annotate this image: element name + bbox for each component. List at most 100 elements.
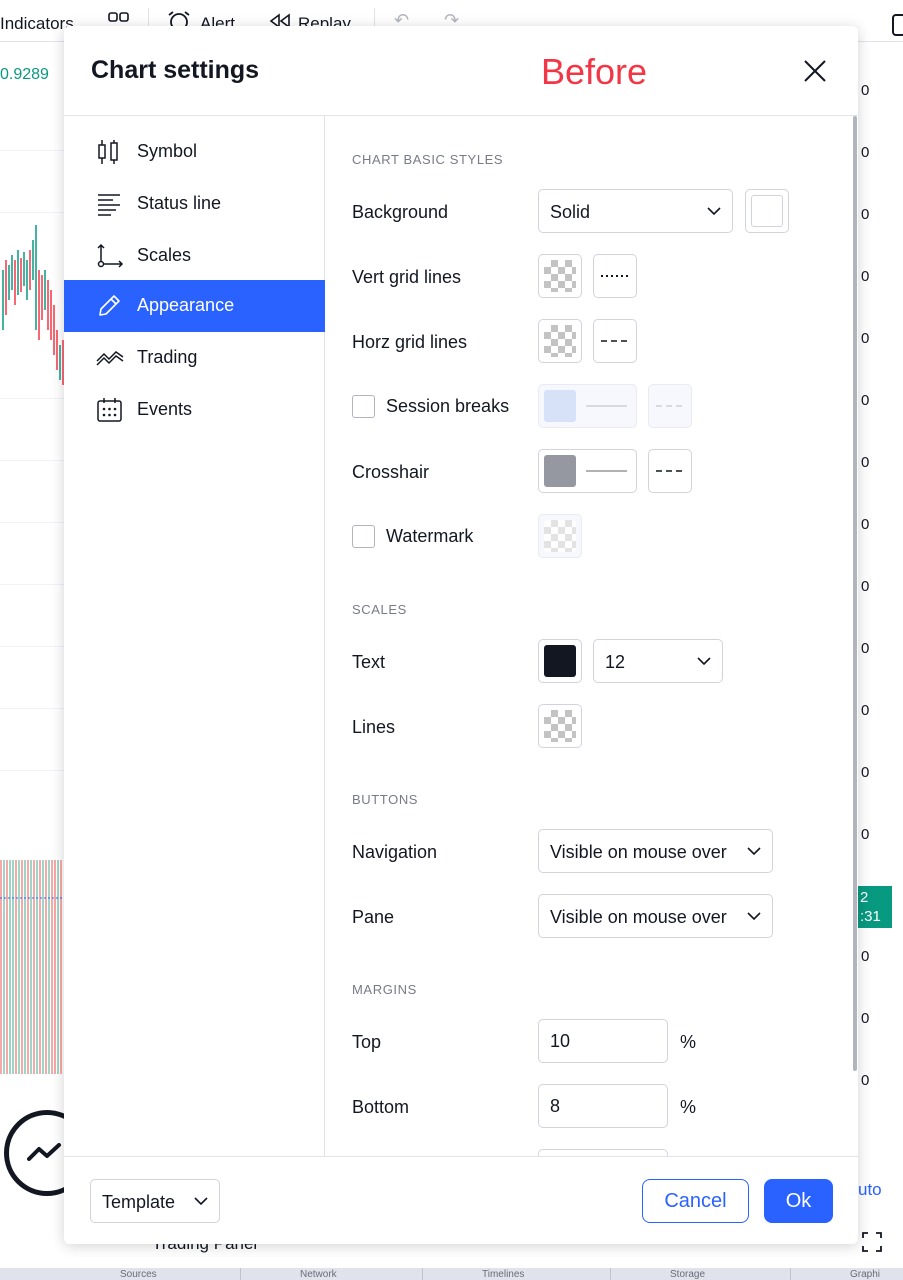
percent-unit: % xyxy=(680,1032,697,1052)
grid-line xyxy=(0,398,64,399)
background-type-value: Solid xyxy=(550,202,591,222)
color-swatch-fill xyxy=(544,455,576,487)
auto-scale-button[interactable]: uto xyxy=(858,1180,882,1200)
cancel-button[interactable]: Cancel xyxy=(642,1179,749,1223)
devtools-tabbar: Sources Network Timelines Storage Graphi xyxy=(0,1268,903,1280)
pencil-icon xyxy=(99,295,120,316)
scales-font-size-select[interactable]: 12 xyxy=(593,639,723,683)
sidebar-item-events[interactable]: Events xyxy=(64,384,325,436)
sidebar-item-label: Events xyxy=(137,399,193,419)
chevron-down-icon xyxy=(747,847,761,856)
watermark-checkbox[interactable] xyxy=(352,525,375,548)
sidebar-item-appearance[interactable]: Appearance xyxy=(64,280,325,332)
session-breaks-color-line[interactable] xyxy=(538,384,637,428)
vert-grid-line-style[interactable] xyxy=(593,254,637,298)
transparent-pattern xyxy=(544,325,576,357)
scale-tick: 0 xyxy=(861,144,870,161)
devtools-tab[interactable]: Network xyxy=(300,1269,337,1280)
grid-line xyxy=(0,770,64,771)
chevron-down-icon xyxy=(697,657,711,666)
candlestick-icon xyxy=(98,140,118,164)
crosshair-line-style[interactable] xyxy=(648,449,692,493)
scale-tick: 0 xyxy=(861,268,870,285)
sidebar-item-label: Appearance xyxy=(137,295,235,315)
sidebar-item-status-line[interactable]: Status line xyxy=(64,178,325,230)
transparent-pattern xyxy=(544,520,576,552)
font-size-value: 12 xyxy=(605,652,626,672)
vert-grid-color-swatch[interactable] xyxy=(538,254,582,298)
chevron-down-icon xyxy=(194,1197,208,1206)
price-scale[interactable]: 0 0 0 0 0 0 0 0 0 0 0 0 0 0 0 0 xyxy=(858,42,903,1132)
dialog-footer: Template Cancel Ok xyxy=(64,1156,858,1244)
scale-tick: 0 xyxy=(861,578,870,595)
status-line-icon xyxy=(98,194,120,216)
calendar-icon xyxy=(97,398,122,422)
chevron-down-icon xyxy=(747,912,761,921)
scale-tick: 0 xyxy=(861,330,870,347)
grid-line xyxy=(0,522,64,523)
session-breaks-checkbox[interactable] xyxy=(352,395,375,418)
color-swatch-fill xyxy=(544,390,576,422)
close-icon[interactable] xyxy=(800,56,830,86)
crosshair-color-line[interactable] xyxy=(538,449,637,493)
devtools-tab[interactable]: Storage xyxy=(670,1269,705,1280)
background-color-swatch[interactable] xyxy=(745,189,789,233)
scale-tick: 0 xyxy=(861,948,870,965)
percent-unit: % xyxy=(680,1097,697,1117)
scale-tick: 0 xyxy=(861,454,870,471)
margin-bottom-input[interactable] xyxy=(538,1084,668,1128)
dashed-line-icon xyxy=(601,340,631,342)
trend-line-icon xyxy=(27,1143,61,1161)
sidebar-item-symbol[interactable]: Symbol xyxy=(64,126,325,178)
scale-tick: 0 xyxy=(861,826,870,843)
window-icon[interactable] xyxy=(892,14,903,36)
scale-tick: 0 xyxy=(861,206,870,223)
vert-grid-label: Vert grid lines xyxy=(352,267,462,287)
margin-top-input[interactable] xyxy=(538,1019,668,1063)
horz-grid-color-swatch[interactable] xyxy=(538,319,582,363)
badge-line: 2 xyxy=(860,889,869,906)
grid-line xyxy=(0,150,64,151)
tab-divider xyxy=(240,1268,241,1280)
dashed-line-icon xyxy=(656,405,686,407)
dialog-header: Chart settings Before xyxy=(64,26,858,116)
devtools-tab[interactable]: Graphi xyxy=(850,1269,880,1280)
sidebar-item-scales[interactable]: Scales xyxy=(64,230,325,282)
scales-lines-color-swatch[interactable] xyxy=(538,704,582,748)
session-breaks-line-style[interactable] xyxy=(648,384,692,428)
horz-grid-label: Horz grid lines xyxy=(352,332,468,352)
before-annotation: Before xyxy=(541,51,648,92)
watermark-color-swatch[interactable] xyxy=(538,514,582,558)
devtools-tab[interactable]: Timelines xyxy=(482,1269,524,1280)
horz-grid-line-style[interactable] xyxy=(593,319,637,363)
background-type-select[interactable]: Solid xyxy=(538,189,733,233)
navigation-visibility-select[interactable]: Visible on mouse over xyxy=(538,829,773,873)
sidebar-item-label: Scales xyxy=(137,245,192,265)
solid-line-icon xyxy=(586,405,627,407)
scales-text-color-swatch[interactable] xyxy=(538,639,582,683)
scale-tick: 0 xyxy=(861,702,870,719)
layout-grid-icon[interactable] xyxy=(108,12,130,26)
pane-visibility-select[interactable]: Visible on mouse over xyxy=(538,894,773,938)
scale-tick: 0 xyxy=(861,1072,870,1089)
fullscreen-icon[interactable] xyxy=(862,1232,882,1252)
margin-right-input[interactable] xyxy=(538,1149,668,1156)
price-candles xyxy=(2,225,64,385)
color-swatch-fill xyxy=(751,195,783,227)
scale-tick: 0 xyxy=(861,392,870,409)
navigation-label: Navigation xyxy=(352,842,438,862)
scales-icon xyxy=(97,243,124,268)
content-scrollbar[interactable] xyxy=(853,116,857,1071)
scales-text-label: Text xyxy=(352,652,386,672)
transparent-pattern xyxy=(544,260,576,292)
indicators-button[interactable]: Indicators xyxy=(0,14,74,34)
ok-button[interactable]: Ok xyxy=(764,1179,833,1223)
devtools-tab[interactable]: Sources xyxy=(120,1269,157,1280)
sidebar-item-trading[interactable]: Trading xyxy=(64,332,325,384)
margin-top-label: Top xyxy=(352,1032,382,1052)
appearance-settings-panel[interactable]: CHART BASIC STYLES Background Solid Vert… xyxy=(326,116,858,1156)
pane-label: Pane xyxy=(352,907,395,927)
volume-bars xyxy=(0,860,64,1074)
section-title-buttons: BUTTONS xyxy=(352,792,419,807)
template-dropdown[interactable]: Template xyxy=(90,1179,220,1223)
